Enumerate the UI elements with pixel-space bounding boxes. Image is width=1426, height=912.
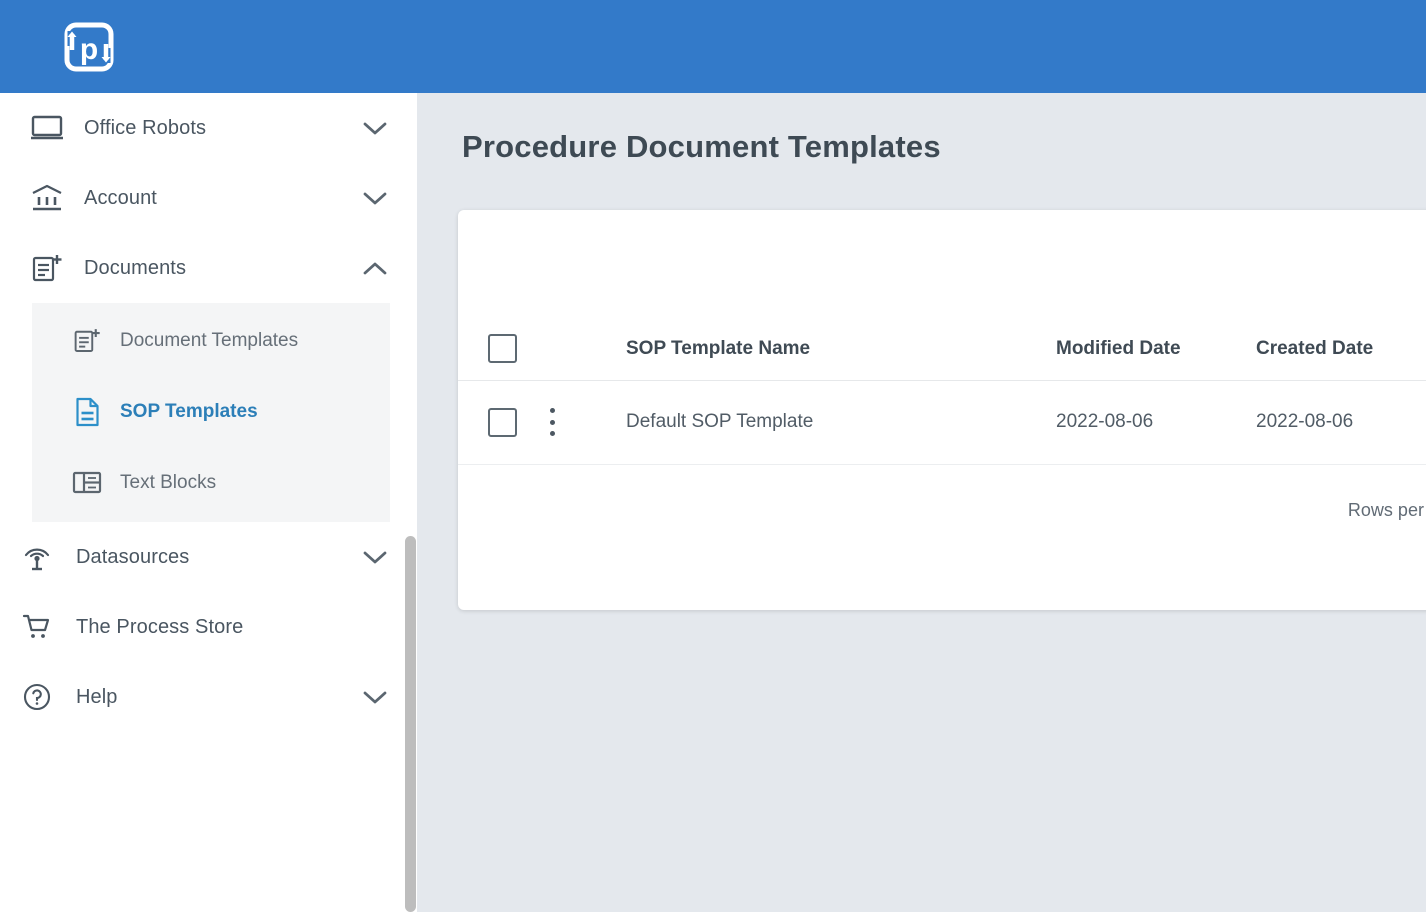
chevron-down-icon[interactable]	[362, 115, 388, 141]
sidebar-subitem-text-blocks[interactable]: Text Blocks	[32, 447, 390, 518]
top-header-bar: p	[0, 0, 1426, 93]
sidebar-item-the-process-store[interactable]: The Process Store	[0, 592, 410, 662]
sidebar-item-label: Account	[84, 186, 157, 209]
shopping-cart-icon	[20, 610, 54, 644]
process-p-logo-icon[interactable]: p	[58, 16, 120, 78]
sidebar-item-label: Datasources	[76, 545, 190, 568]
templates-table-card: SOP Template Name Modified Date Created …	[458, 210, 1426, 610]
chevron-down-icon[interactable]	[362, 544, 388, 570]
sidebar-subitem-label: Text Blocks	[120, 471, 217, 493]
sidebar-item-office-robots[interactable]: Office Robots	[0, 93, 410, 163]
table-body: Default SOP Template 2022-08-06 2022-08-…	[458, 380, 1426, 465]
bank-icon	[30, 181, 64, 215]
application-window: p Office Robots Account Documents Docume…	[0, 0, 1426, 912]
page-title: Procedure Document Templates	[462, 129, 941, 164]
document-add-icon	[30, 251, 64, 285]
chevron-up-icon[interactable]	[362, 255, 388, 281]
sidebar-subitem-document-templates[interactable]: Document Templates	[32, 305, 390, 376]
sidebar-subitem-label: SOP Templates	[120, 400, 258, 422]
sidebar-item-label: Help	[76, 685, 118, 708]
select-all-checkbox[interactable]	[488, 334, 517, 364]
cell-template-name: Default SOP Template	[596, 380, 1056, 465]
sidebar-navigation: Office Robots Account Documents Document…	[0, 93, 410, 912]
sidebar-item-datasources[interactable]: Datasources	[0, 522, 410, 592]
select-all-cell	[458, 318, 538, 381]
table-row[interactable]: Default SOP Template 2022-08-06 2022-08-…	[458, 380, 1426, 465]
table-header-row: SOP Template Name Modified Date Created …	[458, 318, 1426, 381]
cell-created-date: 2022-08-06	[1256, 380, 1426, 465]
sidebar-item-account[interactable]: Account	[0, 163, 410, 233]
monitor-icon	[30, 111, 64, 145]
document-add-icon	[72, 326, 102, 356]
sidebar-subitem-label: Document Templates	[120, 329, 299, 351]
sidebar-scrollbar-thumb[interactable]	[405, 536, 416, 912]
table-toolbar	[458, 210, 1426, 318]
row-menu-kebab-icon[interactable]	[540, 408, 564, 436]
chevron-down-icon[interactable]	[362, 684, 388, 710]
sidebar-item-label: Documents	[84, 256, 187, 279]
row-select-cell	[458, 380, 538, 465]
text-blocks-icon	[72, 468, 102, 498]
rows-per-page-label: Rows per page:	[1347, 500, 1426, 520]
question-circle-icon	[20, 680, 54, 714]
sop-templates-table: SOP Template Name Modified Date Created …	[458, 318, 1426, 465]
svg-text:p: p	[80, 33, 98, 66]
actions-header-cell	[538, 318, 596, 381]
table-header: SOP Template Name Modified Date Created …	[458, 318, 1426, 381]
sidebar-item-documents[interactable]: Documents	[0, 233, 410, 303]
antenna-icon	[20, 540, 54, 574]
cell-modified-date: 2022-08-06	[1056, 380, 1256, 465]
sidebar-subitem-sop-templates[interactable]: SOP Templates	[32, 376, 390, 447]
chevron-down-icon[interactable]	[362, 185, 388, 211]
column-header-sop-template-name[interactable]: SOP Template Name	[596, 318, 1056, 381]
sidebar-item-label: The Process Store	[76, 615, 244, 638]
documents-submenu: Document Templates SOP Templates Text Bl…	[32, 303, 390, 522]
column-header-modified-date[interactable]: Modified Date	[1056, 318, 1256, 381]
row-actions-cell	[538, 380, 596, 465]
column-header-created-date[interactable]: Created Date	[1256, 318, 1426, 381]
sidebar-item-help[interactable]: Help	[0, 662, 410, 732]
main-content-area: Procedure Document Templates SOP Templat…	[417, 93, 1426, 912]
table-footer: Rows per page:	[458, 465, 1426, 557]
row-checkbox[interactable]	[488, 407, 517, 437]
document-lines-icon	[72, 397, 102, 427]
sidebar-item-label: Office Robots	[84, 116, 207, 139]
